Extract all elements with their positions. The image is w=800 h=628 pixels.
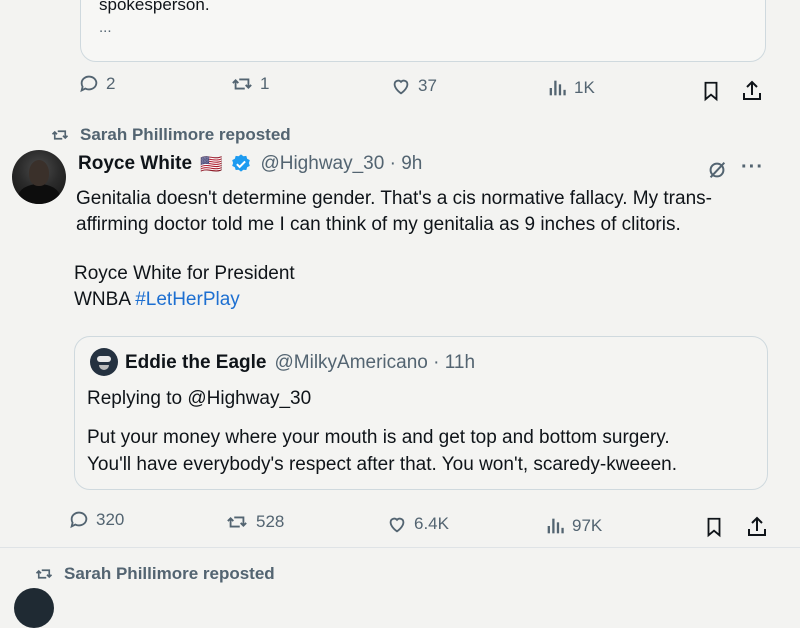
- tweet-text-line-3: Royce White for President: [74, 263, 295, 284]
- tweet-text-line-1: Genitalia doesn't determine gender. That…: [76, 188, 712, 209]
- bookmark-icon: [707, 517, 721, 538]
- reply-icon: [80, 75, 98, 93]
- grok-icon: [709, 161, 726, 179]
- us-flag-icon: 🇺🇸: [200, 153, 223, 174]
- top-quote-ellipsis: ...: [99, 19, 112, 36]
- share-button[interactable]: [745, 515, 769, 544]
- like-button-top[interactable]: 37: [390, 75, 437, 97]
- like-button[interactable]: 6.4K: [386, 513, 449, 535]
- repost-header[interactable]: Sarah Phillimore reposted: [50, 125, 291, 145]
- quoted-tweet-header: Eddie the Eagle @MilkyAmericano · 11h: [125, 352, 475, 374]
- next-author-avatar[interactable]: [14, 588, 54, 628]
- views-icon: [547, 518, 564, 534]
- quoted-text-line-2: You'll have everybody's respect after th…: [87, 454, 678, 475]
- verified-badge-icon: [232, 154, 251, 172]
- repost-icon: [35, 569, 53, 579]
- author-name[interactable]: Royce White: [78, 153, 192, 175]
- reply-count: 320: [96, 510, 125, 529]
- repost-icon: [232, 78, 252, 90]
- repost-icon: [51, 130, 69, 140]
- quoted-author-avatar: [90, 348, 118, 376]
- tweet-header: Royce White 🇺🇸 @Highway_30 · 9h: [78, 153, 422, 175]
- repost-header-next[interactable]: Sarah Phillimore reposted: [34, 564, 275, 584]
- repost-button-top[interactable]: 1: [230, 73, 269, 95]
- reply-icon: [70, 511, 88, 529]
- tweet-text-prefix: WNBA: [74, 289, 136, 310]
- repost-count: 528: [256, 512, 285, 531]
- heart-icon: [389, 517, 405, 533]
- top-quote-text: spokesperson.: [99, 0, 210, 14]
- reply-count: 2: [106, 74, 116, 93]
- share-icon: [743, 80, 761, 100]
- grok-button[interactable]: [706, 159, 728, 186]
- views-button-top[interactable]: 1K: [546, 77, 595, 99]
- view-count: 97K: [572, 516, 603, 535]
- author-handle-time[interactable]: @Highway_30 · 9h: [260, 153, 422, 175]
- tweet-divider: [0, 547, 800, 548]
- more-options-button[interactable]: ···: [741, 156, 764, 179]
- reply-button-top[interactable]: 2: [78, 73, 115, 95]
- quoted-text-line-1: Put your money where your mouth is and g…: [87, 427, 670, 448]
- tweet-text-line-4: WNBA #LetHerPlay: [74, 287, 240, 313]
- like-count: 37: [418, 76, 437, 95]
- views-button[interactable]: 97K: [544, 515, 602, 537]
- share-icon: [748, 516, 766, 536]
- repost-header-text: Sarah Phillimore reposted: [64, 564, 275, 583]
- repost-icon: [227, 516, 247, 528]
- hashtag-link[interactable]: #LetHerPlay: [135, 289, 240, 310]
- repost-count: 1: [260, 74, 270, 93]
- quoted-author-handle-time: @MilkyAmericano · 11h: [274, 352, 476, 373]
- repost-button[interactable]: 528: [224, 511, 284, 533]
- quoted-author-name: Eddie the Eagle: [125, 352, 267, 373]
- share-button-top[interactable]: [740, 79, 764, 108]
- tweet-text-line-2: affirming doctor told me I can think of …: [76, 214, 681, 235]
- reply-button[interactable]: 320: [68, 509, 124, 531]
- bookmark-button[interactable]: [703, 515, 725, 544]
- repost-header-text: Sarah Phillimore reposted: [80, 125, 291, 144]
- bookmark-icon: [704, 81, 718, 102]
- views-icon: [549, 80, 566, 96]
- author-avatar[interactable]: [12, 150, 66, 204]
- top-quoted-tweet-card[interactable]: spokesperson. ...: [80, 0, 766, 62]
- bookmark-button-top[interactable]: [700, 79, 722, 108]
- like-count: 6.4K: [414, 514, 449, 533]
- view-count: 1K: [574, 78, 595, 97]
- quoted-replying-to: Replying to @Highway_30: [87, 388, 312, 409]
- heart-icon: [393, 79, 409, 95]
